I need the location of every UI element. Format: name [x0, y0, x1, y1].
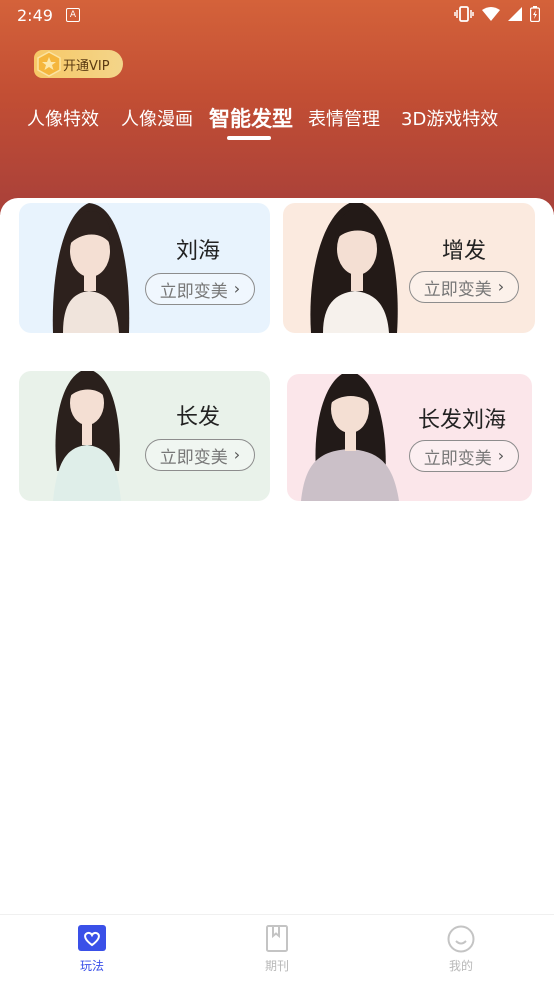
- nav-mine[interactable]: 我的: [426, 925, 496, 974]
- tab-smart-hairstyle[interactable]: 智能发型: [209, 103, 293, 133]
- beautify-button[interactable]: 立即变美 ›: [409, 271, 519, 303]
- signal-icon: [508, 7, 522, 21]
- vip-crown-icon: [37, 51, 61, 77]
- hairstyle-card-bangs[interactable]: 刘海 立即变美 ›: [19, 203, 270, 333]
- hairstyle-card-long[interactable]: 长发 立即变美 ›: [19, 371, 270, 501]
- portrait-image: [310, 203, 398, 333]
- card-title: 长发刘海: [418, 408, 507, 433]
- wifi-icon: [482, 6, 500, 21]
- tab-portrait-comic[interactable]: 人像漫画: [121, 105, 193, 131]
- nav-journal[interactable]: 期刊: [242, 925, 312, 974]
- heart-icon: [78, 925, 106, 951]
- hairstyle-card-volume[interactable]: 增发 立即变美 ›: [283, 203, 535, 333]
- card-title: 刘海: [176, 239, 221, 264]
- active-tab-indicator: [227, 136, 271, 140]
- vip-button[interactable]: 开通VIP: [34, 50, 123, 78]
- card-title: 增发: [442, 239, 487, 264]
- nav-label: 期刊: [264, 959, 289, 973]
- status-time: 2:49: [17, 6, 53, 25]
- hairstyle-card-long-bangs[interactable]: 长发刘海 立即变美 ›: [287, 374, 532, 501]
- chevron-right-icon: ›: [497, 445, 505, 465]
- chevron-right-icon: ›: [233, 444, 241, 464]
- notification-a-icon: A: [66, 8, 80, 22]
- card-title: 长发: [176, 405, 221, 430]
- chevron-right-icon: ›: [233, 278, 241, 298]
- nav-label: 玩法: [79, 959, 104, 973]
- portrait-image: [52, 203, 130, 333]
- tab-portrait-effects[interactable]: 人像特效: [27, 105, 99, 131]
- beautify-button-label: 立即变美: [159, 447, 228, 468]
- category-tabs: 人像特效 人像漫画 智能发型 表情管理 3D游戏特效: [0, 100, 554, 150]
- smile-icon: [447, 925, 475, 953]
- nav-label: 我的: [448, 959, 473, 973]
- vip-label: 开通VIP: [63, 58, 110, 74]
- beautify-button-label: 立即变美: [423, 279, 492, 300]
- beautify-button[interactable]: 立即变美 ›: [145, 273, 255, 305]
- beautify-button-label: 立即变美: [423, 448, 492, 469]
- status-bar: 2:49 A: [0, 0, 554, 32]
- vibrate-icon: [454, 6, 474, 22]
- chevron-right-icon: ›: [497, 276, 505, 296]
- beautify-button[interactable]: 立即变美 ›: [409, 440, 519, 472]
- nav-play[interactable]: 玩法: [57, 925, 127, 974]
- beautify-button[interactable]: 立即变美 ›: [145, 439, 255, 471]
- bottom-nav: 玩法 期刊 我的: [0, 914, 554, 985]
- bookmark-icon: [266, 925, 288, 952]
- tab-expression[interactable]: 表情管理: [308, 105, 380, 131]
- tab-3d-game-effects[interactable]: 3D游戏特效: [401, 105, 498, 131]
- beautify-button-label: 立即变美: [159, 281, 228, 302]
- battery-icon: [530, 6, 540, 22]
- portrait-image: [53, 371, 121, 501]
- portrait-image: [301, 374, 399, 501]
